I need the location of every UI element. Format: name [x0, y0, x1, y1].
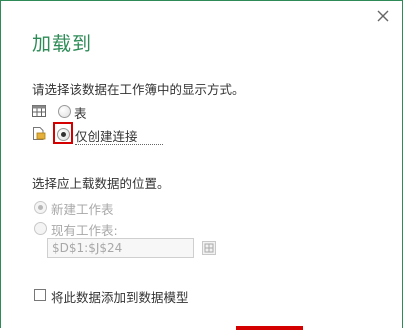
highlight-box	[53, 122, 73, 144]
table-icon	[32, 105, 46, 117]
highlight-bar	[236, 326, 303, 330]
range-input[interactable]	[47, 238, 194, 258]
load-to-dialog: 加载到 请选择该数据在工作簿中的显示方式。 表 仅创建连接 选择应上载数据的位置…	[0, 0, 403, 330]
range-select-icon[interactable]	[202, 241, 216, 255]
add-to-data-model-checkbox[interactable]	[34, 289, 46, 301]
location-prompt: 选择应上载数据的位置。	[32, 176, 170, 191]
view-prompt: 请选择该数据在工作簿中的显示方式。	[32, 82, 245, 97]
option-table-radio[interactable]	[58, 105, 71, 118]
close-icon[interactable]	[375, 8, 391, 24]
existing-sheet-radio[interactable]	[34, 222, 47, 235]
add-to-data-model-label[interactable]: 将此数据添加到数据模型	[51, 287, 189, 306]
dialog-title: 加载到	[32, 33, 93, 55]
option-connection-only-label[interactable]: 仅创建连接	[75, 126, 138, 145]
connection-only-icon	[33, 127, 46, 140]
focus-underline	[75, 144, 163, 145]
existing-sheet-label[interactable]: 现有工作表:	[51, 220, 118, 239]
option-table-label[interactable]: 表	[74, 103, 87, 122]
new-sheet-label[interactable]: 新建工作表	[51, 199, 114, 218]
new-sheet-radio[interactable]	[34, 201, 47, 214]
